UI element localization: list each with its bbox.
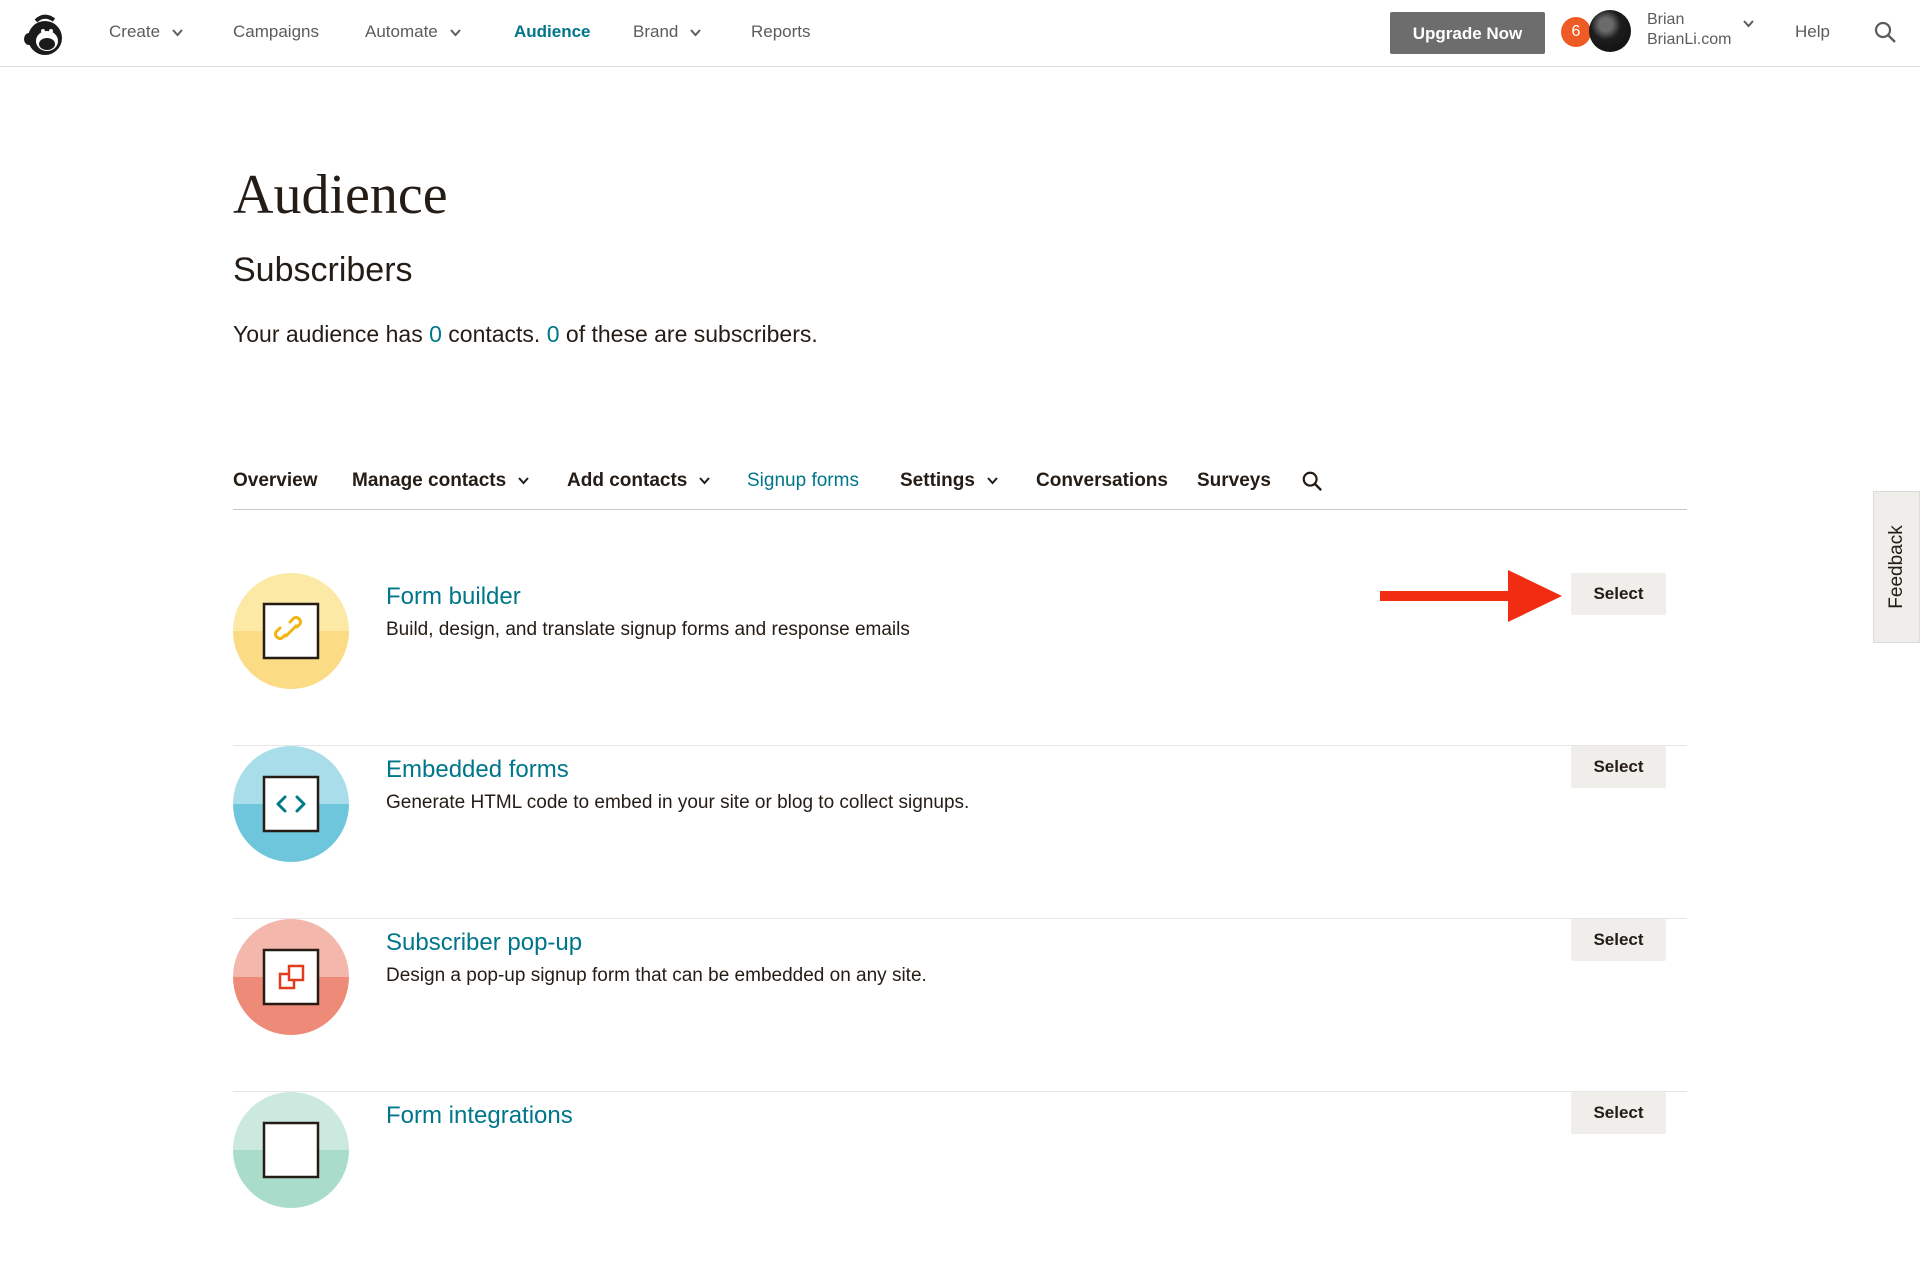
form-builder-select-button[interactable]: Select <box>1571 573 1666 615</box>
summary-suffix: of these are subscribers. <box>559 321 818 347</box>
tab-overview-label: Overview <box>233 470 318 491</box>
nav-automate-label: Automate <box>365 22 438 41</box>
top-navigation: Create Campaigns Automate Audience Brand… <box>0 0 1920 67</box>
arrow-right-icon <box>1380 570 1562 622</box>
nav-automate[interactable]: Automate <box>365 0 461 66</box>
chevron-down-icon <box>518 477 529 485</box>
form-builder-description: Build, design, and translate signup form… <box>386 619 910 640</box>
chevron-down-icon[interactable] <box>1743 20 1754 28</box>
user-site-name: BrianLi.com <box>1647 31 1732 48</box>
nav-audience[interactable]: Audience <box>514 0 591 66</box>
tab-settings[interactable]: Settings <box>900 468 998 494</box>
nav-campaigns[interactable]: Campaigns <box>233 0 319 66</box>
form-builder-link[interactable]: Form builder <box>386 581 521 613</box>
upgrade-now-button[interactable]: Upgrade Now <box>1390 12 1545 54</box>
section-title: Subscribers <box>233 251 413 289</box>
tab-surveys-label: Surveys <box>1197 470 1271 491</box>
popup-icon <box>233 919 349 1035</box>
subscriber-popup-description: Design a pop-up signup form that can be … <box>386 965 927 986</box>
feedback-label: Feedback <box>1885 525 1907 609</box>
tab-add-contacts-label: Add contacts <box>567 470 688 491</box>
list-item: Embedded forms Generate HTML code to emb… <box>233 746 1687 919</box>
account-menu[interactable]: Brian BrianLi.com <box>1647 10 1731 50</box>
tab-conversations-label: Conversations <box>1036 470 1168 491</box>
help-link[interactable]: Help <box>1795 0 1830 66</box>
subscribers-count[interactable]: 0 <box>547 321 560 347</box>
nav-reports[interactable]: Reports <box>751 0 811 66</box>
chevron-down-icon <box>699 477 711 485</box>
tab-signup-forms[interactable]: Signup forms <box>747 468 859 494</box>
nav-reports-label: Reports <box>751 22 811 41</box>
chevron-down-icon <box>450 28 461 37</box>
tab-manage-contacts[interactable]: Manage contacts <box>352 468 529 494</box>
page-title: Audience <box>233 164 448 226</box>
embedded-forms-description: Generate HTML code to embed in your site… <box>386 792 970 813</box>
chevron-down-icon <box>690 28 702 37</box>
audience-subnav: Overview Manage contacts Add contacts Si… <box>233 462 1687 510</box>
nav-create-label: Create <box>109 22 161 41</box>
user-first-name: Brian <box>1647 11 1685 28</box>
feedback-tab[interactable]: Feedback <box>1873 491 1920 643</box>
tab-conversations[interactable]: Conversations <box>1036 468 1168 494</box>
tab-signup-forms-label: Signup forms <box>747 470 859 491</box>
tab-settings-label: Settings <box>900 470 975 491</box>
subscriber-popup-select-button[interactable]: Select <box>1571 919 1666 961</box>
tab-add-contacts[interactable]: Add contacts <box>567 468 711 494</box>
subscriber-popup-link[interactable]: Subscriber pop-up <box>386 927 582 959</box>
tab-surveys[interactable]: Surveys <box>1197 468 1271 494</box>
code-icon <box>233 746 349 862</box>
list-item: Subscriber pop-up Design a pop-up signup… <box>233 919 1687 1092</box>
avatar[interactable] <box>1589 10 1631 52</box>
chevron-down-icon <box>987 477 998 485</box>
integration-icon <box>233 1092 349 1208</box>
summary-prefix: Your audience has <box>233 321 430 347</box>
mailchimp-logo-icon[interactable] <box>20 11 68 59</box>
link-icon <box>233 573 349 689</box>
tab-overview[interactable]: Overview <box>233 468 318 494</box>
embedded-forms-link[interactable]: Embedded forms <box>386 754 569 786</box>
nav-campaigns-label: Campaigns <box>233 22 319 41</box>
chevron-down-icon <box>172 28 183 37</box>
contacts-count[interactable]: 0 <box>429 321 442 347</box>
nav-create[interactable]: Create <box>109 0 183 66</box>
nav-audience-label: Audience <box>514 22 591 41</box>
list-item: Form integrations Select <box>233 1092 1687 1265</box>
form-integrations-link[interactable]: Form integrations <box>386 1100 573 1132</box>
nav-brand-label: Brand <box>633 22 679 41</box>
audience-summary: Your audience has 0 contacts. 0 of these… <box>233 318 818 350</box>
summary-middle: contacts. <box>441 321 547 347</box>
tab-manage-contacts-label: Manage contacts <box>352 470 507 491</box>
embedded-forms-select-button[interactable]: Select <box>1571 746 1666 788</box>
search-icon[interactable] <box>1873 20 1897 44</box>
notification-badge[interactable]: 6 <box>1561 17 1591 47</box>
nav-brand[interactable]: Brand <box>633 0 702 66</box>
search-icon[interactable] <box>1301 470 1323 492</box>
form-integrations-select-button[interactable]: Select <box>1571 1092 1666 1134</box>
